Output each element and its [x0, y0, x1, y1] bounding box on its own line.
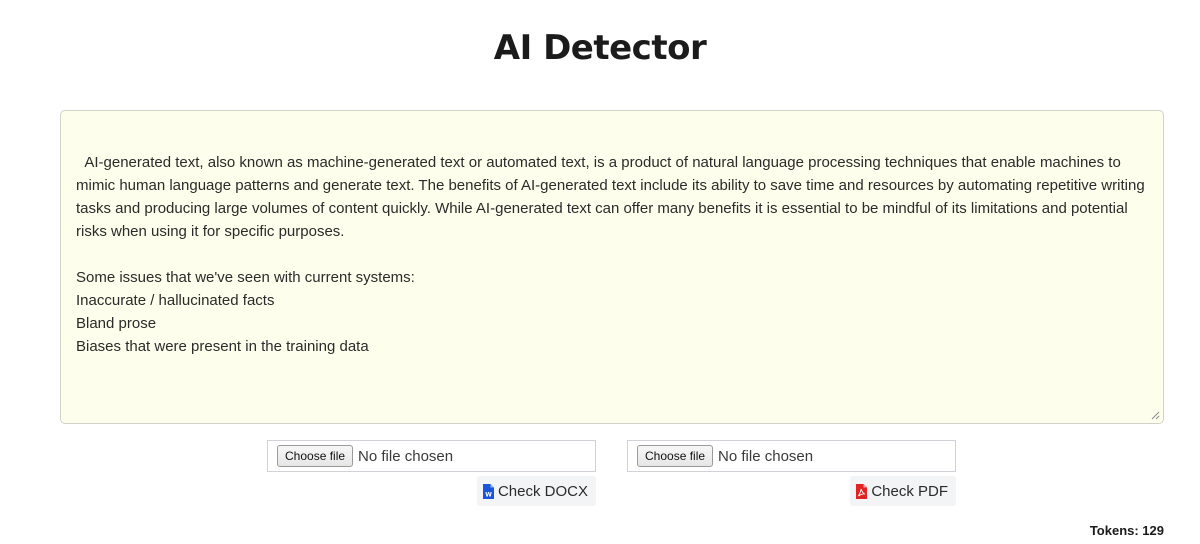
- docx-upload-group: Choose file No file chosen W Check DOCX: [267, 440, 596, 506]
- pdf-file-input[interactable]: Choose file No file chosen: [627, 440, 956, 472]
- pdf-upload-group: Choose file No file chosen Check PDF: [627, 440, 956, 506]
- text-input-area[interactable]: AI-generated text, also known as machine…: [60, 110, 1164, 424]
- pdf-choose-file-button[interactable]: Choose file: [637, 445, 714, 467]
- resize-handle-icon[interactable]: [1151, 411, 1160, 420]
- check-pdf-label: Check PDF: [871, 482, 948, 500]
- pdf-file-icon: [856, 483, 868, 499]
- text-input-content: AI-generated text, also known as machine…: [76, 154, 1145, 355]
- svg-text:W: W: [485, 491, 492, 498]
- pdf-file-status: No file chosen: [718, 447, 814, 465]
- docx-file-input[interactable]: Choose file No file chosen: [267, 440, 596, 472]
- check-docx-label: Check DOCX: [497, 482, 588, 500]
- page-title: AI Detector: [493, 28, 707, 68]
- docx-choose-file-button[interactable]: Choose file: [277, 445, 354, 467]
- check-pdf-button[interactable]: Check PDF: [850, 476, 956, 506]
- word-file-icon: W: [482, 483, 494, 499]
- check-docx-button[interactable]: W Check DOCX: [476, 476, 596, 506]
- token-count: Tokens: 129: [1089, 523, 1164, 538]
- docx-file-status: No file chosen: [358, 447, 454, 465]
